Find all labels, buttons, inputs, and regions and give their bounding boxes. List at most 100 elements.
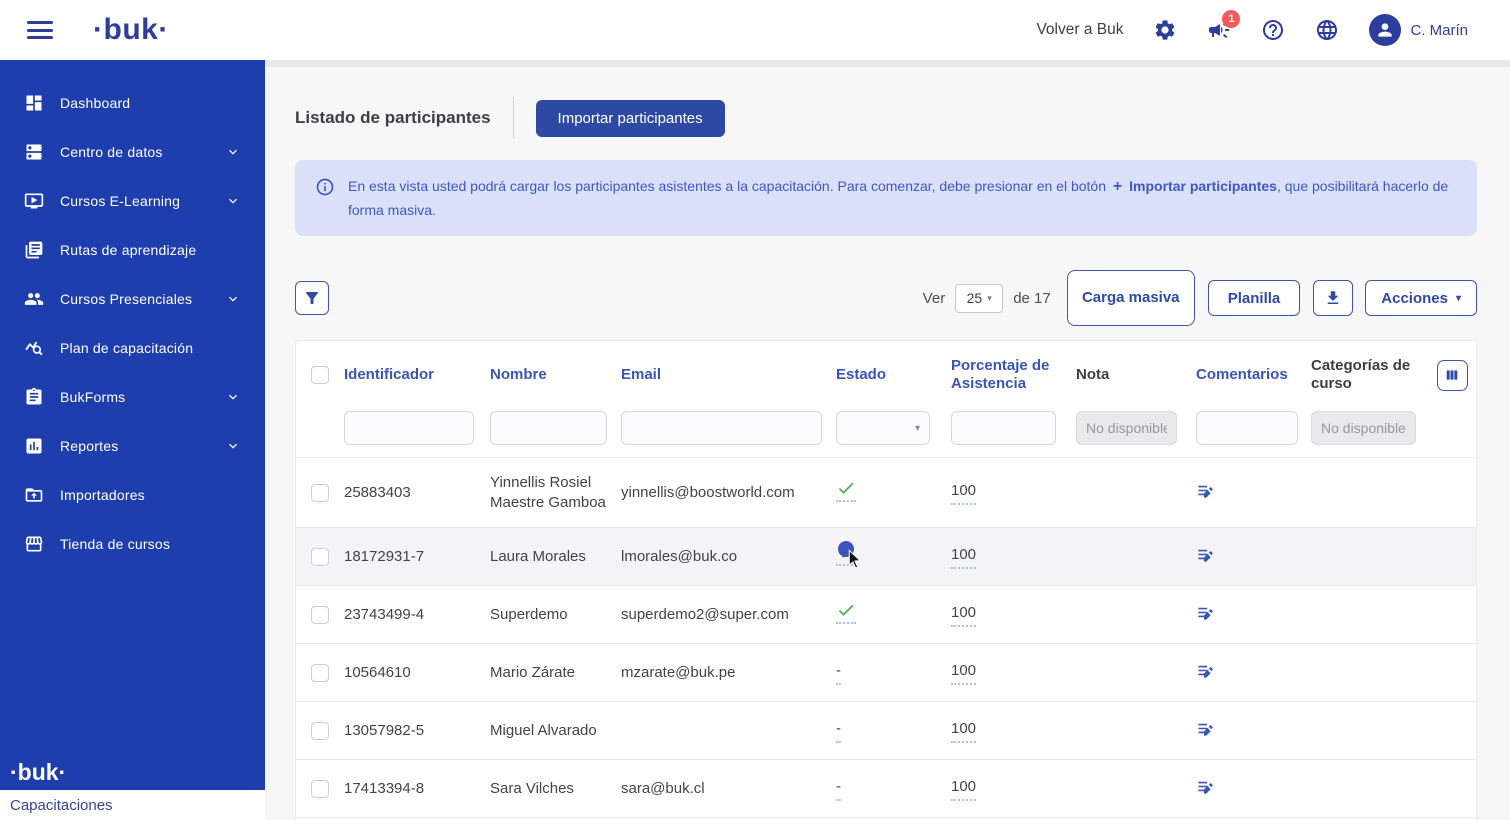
user-avatar xyxy=(1369,14,1401,46)
chevron-down-icon xyxy=(225,144,241,160)
sidebar-item-centro-de-datos[interactable]: Centro de datos xyxy=(0,127,265,176)
estado-dash[interactable]: - xyxy=(836,719,841,743)
edit-comment-icon[interactable] xyxy=(1196,661,1215,680)
row-checkbox[interactable] xyxy=(311,780,329,798)
cell-email: sara@buk.cl xyxy=(621,779,836,799)
table-row: 25883403 Yinnellis Rosiel Maestre Gamboa… xyxy=(296,457,1476,527)
select-all-checkbox[interactable] xyxy=(311,366,329,384)
col-porcentaje[interactable]: Porcentaje de Asistencia xyxy=(951,357,1076,395)
help-icon[interactable] xyxy=(1261,18,1285,42)
download-button[interactable] xyxy=(1313,280,1353,316)
col-email[interactable]: Email xyxy=(621,366,836,385)
sidebar-item-reportes[interactable]: Reportes xyxy=(0,421,265,470)
cell-porcentaje[interactable]: 100 xyxy=(951,719,976,743)
filter-nombre-input[interactable] xyxy=(490,411,607,445)
row-checkbox[interactable] xyxy=(311,722,329,740)
caret-down-icon: ▾ xyxy=(987,293,992,304)
col-estado[interactable]: Estado xyxy=(836,366,951,385)
bulk-upload-button[interactable]: Carga masiva xyxy=(1067,270,1195,326)
col-comentarios[interactable]: Comentarios xyxy=(1196,366,1311,385)
estado-dash[interactable]: - xyxy=(836,777,841,801)
sidebar-item-rutas-de-aprendizaje[interactable]: Rutas de aprendizaje xyxy=(0,225,265,274)
edit-comment-icon[interactable] xyxy=(1196,603,1215,622)
sidebar-item-cursos-presenciales[interactable]: Cursos Presenciales xyxy=(0,274,265,323)
sidebar-item-label: Tienda de cursos xyxy=(60,536,170,552)
row-checkbox[interactable] xyxy=(311,484,329,502)
page-header: Listado de participantes Importar partic… xyxy=(295,97,1477,139)
edit-comment-icon[interactable] xyxy=(1196,481,1215,500)
estado-check-icon[interactable] xyxy=(836,478,856,502)
col-nombre[interactable]: Nombre xyxy=(490,366,621,385)
template-button[interactable]: Planilla xyxy=(1208,280,1301,316)
learning-paths-icon xyxy=(24,240,44,260)
back-to-buk-link[interactable]: Volver a Buk xyxy=(1036,21,1123,39)
cell-email: yinnellis@boostworld.com xyxy=(621,483,836,503)
hamburger-menu-icon[interactable] xyxy=(27,21,53,39)
cell-identificador: 10564610 xyxy=(344,663,490,683)
cell-identificador: 25883403 xyxy=(344,483,490,503)
notification-count-badge: 1 xyxy=(1222,10,1240,28)
sidebar-item-plan-de-capacitacion[interactable]: Plan de capacitación xyxy=(0,323,265,372)
sidebar-item-tienda-de-cursos[interactable]: Tienda de cursos xyxy=(0,519,265,568)
user-name: C. Marín xyxy=(1410,22,1468,39)
cell-porcentaje[interactable]: 100 xyxy=(951,777,976,801)
filter-nota-input-disabled xyxy=(1076,411,1177,445)
filter-porcentaje-input[interactable] xyxy=(951,411,1056,445)
notifications-megaphone-icon[interactable]: 1 xyxy=(1207,18,1231,42)
cell-porcentaje[interactable]: 100 xyxy=(951,603,976,627)
participants-table: Identificador Nombre Email Estado Porcen… xyxy=(295,340,1477,820)
estado-check-icon[interactable] xyxy=(836,542,856,566)
elearning-icon xyxy=(24,191,44,211)
horizontal-scrollbar[interactable] xyxy=(265,60,1510,67)
filter-button[interactable] xyxy=(295,281,329,315)
cell-porcentaje[interactable]: 100 xyxy=(951,545,976,569)
estado-dash[interactable]: - xyxy=(836,661,841,685)
table-row: 10564610 Mario Zárate mzarate@buk.pe - 1… xyxy=(296,643,1476,701)
sidebar-item-label: Plan de capacitación xyxy=(60,340,193,356)
cell-porcentaje[interactable]: 100 xyxy=(951,661,976,685)
sidebar-item-bukforms[interactable]: BukForms xyxy=(0,372,265,421)
settings-gear-icon[interactable] xyxy=(1153,18,1177,42)
actions-label: Acciones xyxy=(1381,290,1448,307)
sidebar-item-cursos-elearning[interactable]: Cursos E-Learning xyxy=(0,176,265,225)
column-settings-button[interactable] xyxy=(1437,360,1468,391)
sidebar-item-importadores[interactable]: Importadores xyxy=(0,470,265,519)
edit-comment-icon[interactable] xyxy=(1196,545,1215,564)
estado-check-icon[interactable] xyxy=(836,600,856,624)
actions-button[interactable]: Acciones ▾ xyxy=(1365,280,1477,316)
edit-comment-icon[interactable] xyxy=(1196,719,1215,738)
cell-email: superdemo2@super.com xyxy=(621,605,836,625)
data-center-icon xyxy=(24,142,44,162)
sidebar-item-dashboard[interactable]: Dashboard xyxy=(0,78,265,127)
col-categorias: Categorías de curso xyxy=(1311,357,1426,395)
topbar-left: ·buk· xyxy=(0,13,265,47)
total-count-label: de 17 xyxy=(1013,290,1051,307)
row-checkbox[interactable] xyxy=(311,548,329,566)
row-checkbox[interactable] xyxy=(311,664,329,682)
import-participants-button[interactable]: Importar participantes xyxy=(536,100,725,137)
user-menu[interactable]: C. Marín xyxy=(1369,14,1468,46)
page-size-select[interactable]: 25 ▾ xyxy=(955,284,1003,313)
cell-email: lmorales@buk.co xyxy=(621,547,836,567)
filter-email-input[interactable] xyxy=(621,411,822,445)
filter-categorias-input-disabled xyxy=(1311,411,1416,445)
col-identificador[interactable]: Identificador xyxy=(344,366,490,385)
app-window: ·buk· Volver a Buk 1 C. Marín xyxy=(0,0,1510,820)
language-globe-icon[interactable] xyxy=(1315,18,1339,42)
toolbar-right: Ver 25 ▾ de 17 Carga masiva Planilla Acc… xyxy=(923,270,1477,326)
row-checkbox[interactable] xyxy=(311,606,329,624)
cell-porcentaje[interactable]: 100 xyxy=(951,481,976,505)
filter-comentarios-input[interactable] xyxy=(1196,411,1298,445)
col-nota: Nota xyxy=(1076,366,1196,385)
dashboard-icon xyxy=(24,93,44,113)
filter-identificador-input[interactable] xyxy=(344,411,474,445)
chevron-down-icon xyxy=(225,389,241,405)
caret-down-icon: ▾ xyxy=(915,423,920,434)
sidebar-item-label: Cursos E-Learning xyxy=(60,193,180,209)
filter-estado-select[interactable]: ▾ xyxy=(836,411,930,445)
edit-comment-icon[interactable] xyxy=(1196,777,1215,796)
banner-text-before: En esta vista usted podrá cargar los par… xyxy=(348,178,1106,194)
sidebar-module-label: Capacitaciones xyxy=(0,790,265,820)
chevron-down-icon xyxy=(225,193,241,209)
cell-nombre: Sara Vilches xyxy=(490,779,621,799)
